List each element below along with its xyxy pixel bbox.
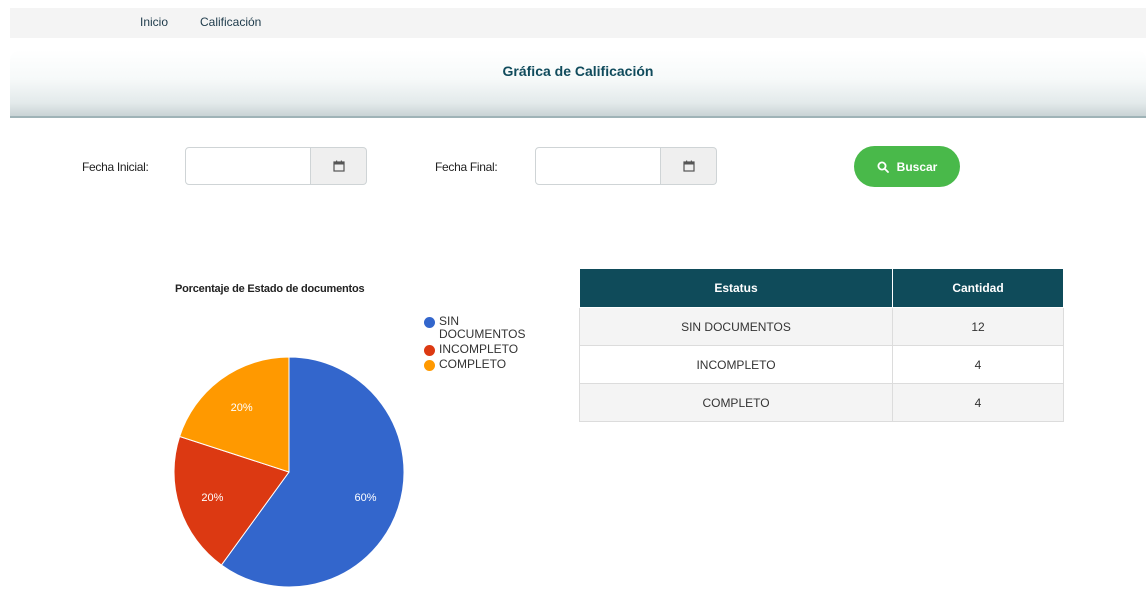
legend-item: COMPLETO [424,358,539,371]
end-date-label: Fecha Final: [435,160,498,174]
quantity-cell: 4 [892,345,1064,384]
table-row: SIN DOCUMENTOS 12 [579,307,1064,346]
quantity-cell: 12 [892,307,1064,346]
search-icon [877,161,889,173]
table-row: INCOMPLETO 4 [579,345,1064,384]
status-cell: INCOMPLETO [579,345,893,384]
start-date-label: Fecha Inicial: [82,160,149,174]
quantity-cell: 4 [892,383,1064,422]
search-button[interactable]: Buscar [854,146,960,187]
legend-swatch [424,317,435,328]
search-button-label: Buscar [896,159,938,174]
legend-swatch [424,345,435,356]
pie-slice-sin-documentos [220,356,405,588]
nav-link-inicio[interactable]: Inicio [140,15,168,29]
status-cell: SIN DOCUMENTOS [579,307,893,346]
legend-item: SIN DOCUMENTOS [424,315,539,341]
table-row: COMPLETO 4 [579,383,1064,422]
column-header-cantidad: Cantidad [892,268,1064,308]
top-nav: Inicio Calificación [10,8,1146,38]
calendar-icon [332,160,345,172]
pie-label-sin-documentos: 60% [355,492,377,504]
status-table: Estatus Cantidad SIN DOCUMENTOS 12 INCOM… [579,268,1064,422]
legend-swatch [424,360,435,371]
status-cell: COMPLETO [579,383,893,422]
column-header-estatus: Estatus [579,268,893,308]
end-date-input[interactable] [535,147,661,185]
pie-slice-incompleto [173,435,290,566]
page-title: Gráfica de Calificación [502,63,654,79]
pie-slice-completo [178,356,290,473]
calendar-icon [682,160,695,172]
table-header-row: Estatus Cantidad [579,268,1064,308]
start-date-calendar-button[interactable] [311,147,367,185]
chart-title: Porcentaje de Estado de documentos [175,283,365,295]
chart-legend: SIN DOCUMENTOS INCOMPLETO COMPLETO [424,315,539,373]
legend-label: INCOMPLETO [439,342,519,356]
page-banner: Gráfica de Calificación [10,50,1146,118]
nav-link-calificacion[interactable]: Calificación [200,15,261,29]
legend-label: COMPLETO [439,357,507,371]
legend-item: INCOMPLETO [424,343,539,356]
legend-label: SIN DOCUMENTOS [439,314,526,341]
start-date-input[interactable] [185,147,311,185]
end-date-calendar-button[interactable] [661,147,717,185]
pie-label-completo: 20% [231,402,253,414]
pie-label-incompleto: 20% [201,492,223,504]
